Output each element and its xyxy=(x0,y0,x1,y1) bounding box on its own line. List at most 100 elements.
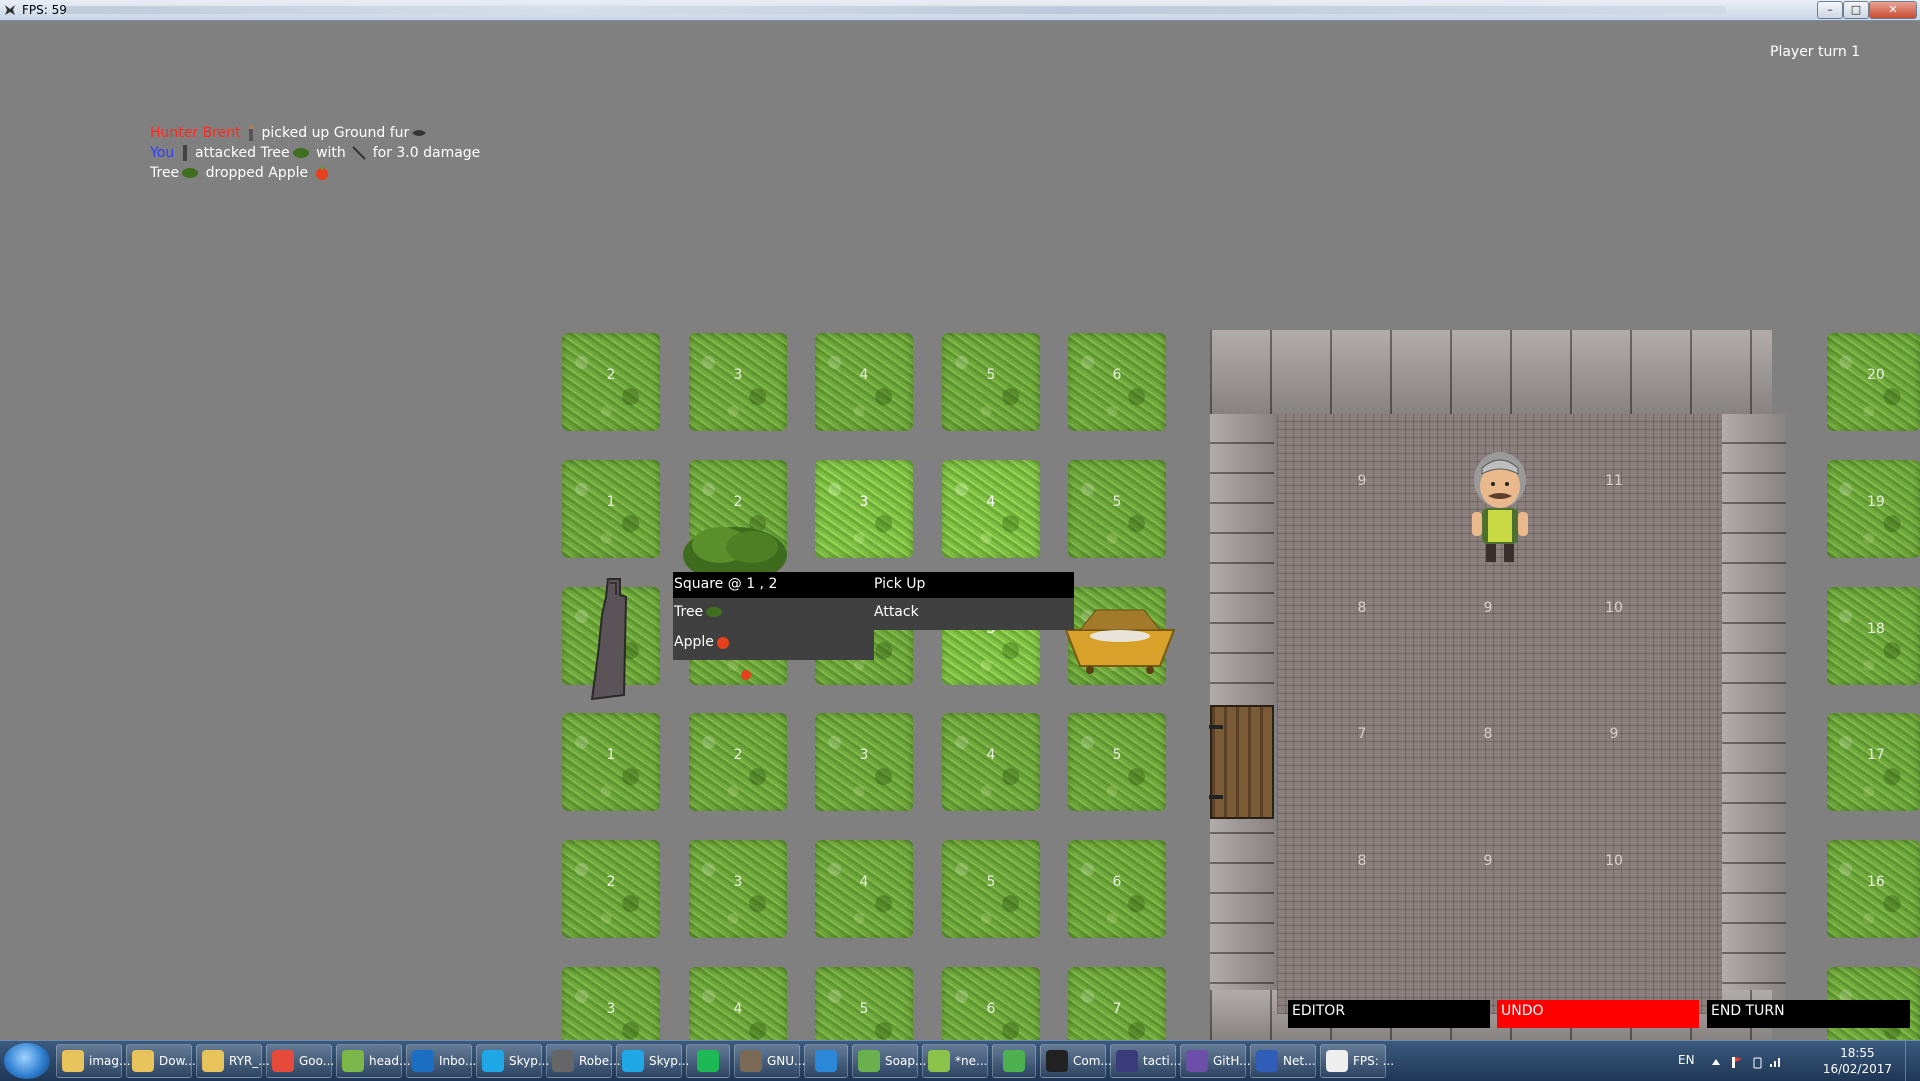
log-damage: for 3.0 damage xyxy=(372,145,481,161)
taskbar-item[interactable]: imag... xyxy=(56,1044,130,1078)
floor-square-distance[interactable]: 8 xyxy=(1342,853,1382,869)
taskbar-item[interactable]: Dow... xyxy=(126,1044,196,1078)
taskbar-item[interactable] xyxy=(992,1044,1036,1078)
tray-icons[interactable] xyxy=(1710,1055,1790,1069)
minimize-button[interactable]: – xyxy=(1817,1,1843,19)
board-square[interactable]: 6 xyxy=(1068,333,1166,431)
taskbar-item[interactable]: Skyp... xyxy=(616,1044,689,1078)
square-distance: 18 xyxy=(1867,621,1885,637)
maximize-button[interactable]: □ xyxy=(1843,1,1869,19)
floor-square-distance[interactable]: 11 xyxy=(1594,473,1634,489)
board-square[interactable]: 4 xyxy=(815,840,913,938)
taskbar-item-label: Com... xyxy=(1073,1054,1112,1068)
end-turn-button[interactable]: END TURN xyxy=(1707,1000,1910,1028)
undo-button[interactable]: UNDO xyxy=(1497,1000,1699,1028)
taskbar-item[interactable]: *ne... xyxy=(922,1044,988,1078)
door-hinge xyxy=(1209,725,1223,729)
taskbar-item[interactable] xyxy=(686,1044,730,1078)
board-square[interactable]: 4 xyxy=(942,713,1040,811)
folder-icon xyxy=(62,1050,84,1072)
taskbar-item[interactable]: Com... xyxy=(1040,1044,1112,1078)
board-square[interactable]: 3 xyxy=(815,460,913,558)
taskbar-item[interactable]: Robe... xyxy=(546,1044,621,1078)
show-desktop-button[interactable] xyxy=(1905,1041,1920,1081)
board-square[interactable]: 18 xyxy=(1827,587,1920,685)
board-square[interactable]: 4 xyxy=(942,460,1040,558)
square-distance: 20 xyxy=(1867,367,1885,383)
board-square[interactable]: 20 xyxy=(1827,333,1920,431)
language-indicator[interactable]: EN xyxy=(1678,1053,1695,1067)
taskbar-item[interactable]: Skyp... xyxy=(476,1044,549,1078)
floor-square-distance[interactable]: 9 xyxy=(1594,726,1634,742)
board-square[interactable]: 1 xyxy=(562,713,660,811)
clock-date: 16/02/2017 xyxy=(1822,1062,1892,1076)
board-square[interactable]: 5 xyxy=(942,840,1040,938)
taskbar-item[interactable]: Net... xyxy=(1250,1044,1316,1078)
log-actor: You xyxy=(150,145,175,161)
square-distance: 3 xyxy=(733,874,743,890)
taskbar-item[interactable]: head... xyxy=(336,1044,410,1078)
github-icon xyxy=(1186,1050,1208,1072)
board-square[interactable]: 5 xyxy=(1068,713,1166,811)
shopkeeper-character[interactable] xyxy=(1460,446,1540,566)
floor-square-distance[interactable]: 10 xyxy=(1594,600,1634,616)
editor-button[interactable]: EDITOR xyxy=(1288,1000,1490,1028)
taskbar-item[interactable]: Inbo... xyxy=(406,1044,476,1078)
action-pick-up[interactable]: Pick Up xyxy=(874,572,1074,598)
taskbar-item[interactable]: Soap... xyxy=(852,1044,926,1078)
apple-item[interactable] xyxy=(740,668,752,680)
board-square[interactable]: 3 xyxy=(689,333,787,431)
taskbar-item[interactable]: GitH... xyxy=(1180,1044,1251,1078)
board-square[interactable]: 2 xyxy=(689,713,787,811)
board-square[interactable]: 5 xyxy=(942,333,1040,431)
board-square[interactable]: 6 xyxy=(1068,840,1166,938)
board-square[interactable]: 3 xyxy=(689,840,787,938)
floor-square-distance[interactable]: 8 xyxy=(1468,726,1508,742)
floor-square-distance[interactable]: 7 xyxy=(1342,726,1382,742)
tree-icon xyxy=(182,168,199,178)
house-door[interactable] xyxy=(1209,705,1274,819)
upload-icon xyxy=(815,1050,837,1072)
taskbar-item-label: Goo... xyxy=(299,1054,335,1068)
start-button[interactable] xyxy=(4,1043,50,1079)
taskbar-item[interactable] xyxy=(804,1044,848,1078)
game-icon xyxy=(1326,1050,1348,1072)
floor-square-distance[interactable]: 10 xyxy=(1594,853,1634,869)
outlook-icon xyxy=(412,1050,434,1072)
board-square[interactable]: 17 xyxy=(1827,713,1920,811)
context-item-tree[interactable]: Tree xyxy=(674,604,725,620)
taskbar-item[interactable]: tacti... xyxy=(1110,1044,1181,1078)
square-distance: 7 xyxy=(1112,1001,1122,1017)
floor-square-distance[interactable]: 9 xyxy=(1468,600,1508,616)
player-character[interactable] xyxy=(586,575,636,700)
taskbar-item-label: Skyp... xyxy=(509,1054,550,1068)
log-target: Tree xyxy=(260,145,290,161)
taskbar-item[interactable]: GNU... xyxy=(734,1044,806,1078)
floor-square-distance[interactable]: 8 xyxy=(1342,600,1382,616)
floor-square-distance[interactable]: 9 xyxy=(1468,853,1508,869)
board-square[interactable]: 4 xyxy=(815,333,913,431)
context-item-apple[interactable]: Apple xyxy=(674,634,732,650)
taskbar-item[interactable]: Goo... xyxy=(266,1044,335,1078)
board-square[interactable]: 1 xyxy=(562,460,660,558)
board-square[interactable]: 2 xyxy=(562,840,660,938)
context-menu-header: Square @ 1 , 2 xyxy=(673,572,874,598)
board-square[interactable]: 16 xyxy=(1827,840,1920,938)
square-distance: 6 xyxy=(1112,874,1122,890)
cart-sprite[interactable] xyxy=(1060,600,1180,675)
taskbar-item-label: FPS: ... xyxy=(1353,1054,1395,1068)
close-button[interactable]: ✕ xyxy=(1869,1,1917,19)
clock[interactable]: 18:55 16/02/2017 xyxy=(1823,1045,1892,1077)
taskbar-item[interactable]: FPS: ... xyxy=(1320,1044,1394,1078)
action-attack[interactable]: Attack xyxy=(874,598,1074,630)
system-tray: EN 18:55 16/02/2017 xyxy=(1670,1041,1920,1081)
board-square[interactable]: 2 xyxy=(562,333,660,431)
board-square[interactable]: 3 xyxy=(815,713,913,811)
board-square[interactable]: 5 xyxy=(1068,460,1166,558)
square-distance: 3 xyxy=(606,1001,616,1017)
floor-square-distance[interactable]: 9 xyxy=(1342,473,1382,489)
board-square[interactable]: 19 xyxy=(1827,460,1920,558)
square-distance: 4 xyxy=(733,1001,743,1017)
taskbar-item-label: *ne... xyxy=(955,1054,988,1068)
taskbar-item[interactable]: RYR_... xyxy=(196,1044,270,1078)
